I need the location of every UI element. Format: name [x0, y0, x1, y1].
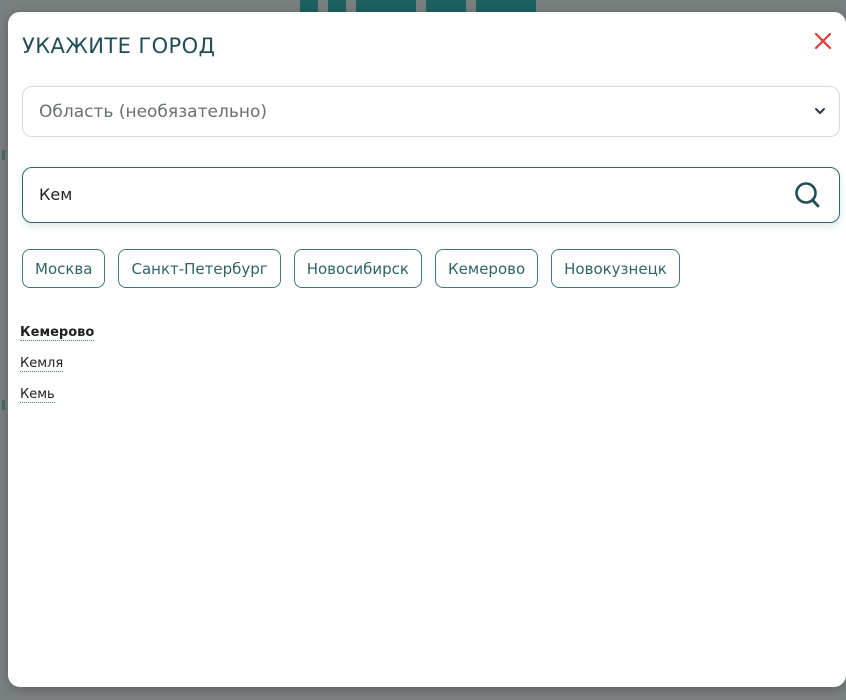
city-search-input[interactable]: [39, 168, 779, 221]
result-label[interactable]: Кемля: [20, 356, 64, 372]
result-label[interactable]: Кемерово: [20, 325, 95, 341]
region-select-placeholder: Область (необязательно): [39, 101, 267, 122]
city-select-modal: УКАЖИТЕ ГОРОД Область (необязательно) Мо…: [8, 12, 846, 687]
backdrop-mark: [2, 400, 5, 410]
city-chip-moscow[interactable]: Москва: [22, 249, 106, 288]
backdrop-logo: [300, 0, 560, 12]
backdrop-mark: [2, 150, 5, 160]
city-search-box: [22, 167, 840, 223]
list-item[interactable]: Кемь: [20, 379, 94, 410]
result-label[interactable]: Кемь: [20, 387, 55, 403]
city-chip-novokuznetsk[interactable]: Новокузнецк: [551, 249, 680, 288]
close-icon[interactable]: [812, 30, 834, 52]
chevron-down-icon: [815, 108, 825, 114]
region-select[interactable]: Область (необязательно): [22, 86, 840, 137]
search-icon[interactable]: [793, 180, 823, 210]
city-chip-kemerovo[interactable]: Кемерово: [435, 249, 539, 288]
search-results-list: Кемерово Кемля Кемь: [20, 317, 95, 410]
modal-title: УКАЖИТЕ ГОРОД: [22, 34, 216, 58]
quick-city-chips: Москва Санкт-Петербург Новосибирск Кемер…: [22, 249, 680, 288]
city-chip-novosibirsk[interactable]: Новосибирск: [293, 249, 422, 288]
list-item[interactable]: Кемля: [20, 348, 94, 379]
list-item[interactable]: Кемерово: [20, 317, 95, 348]
city-chip-saint-petersburg[interactable]: Санкт-Петербург: [118, 249, 281, 288]
